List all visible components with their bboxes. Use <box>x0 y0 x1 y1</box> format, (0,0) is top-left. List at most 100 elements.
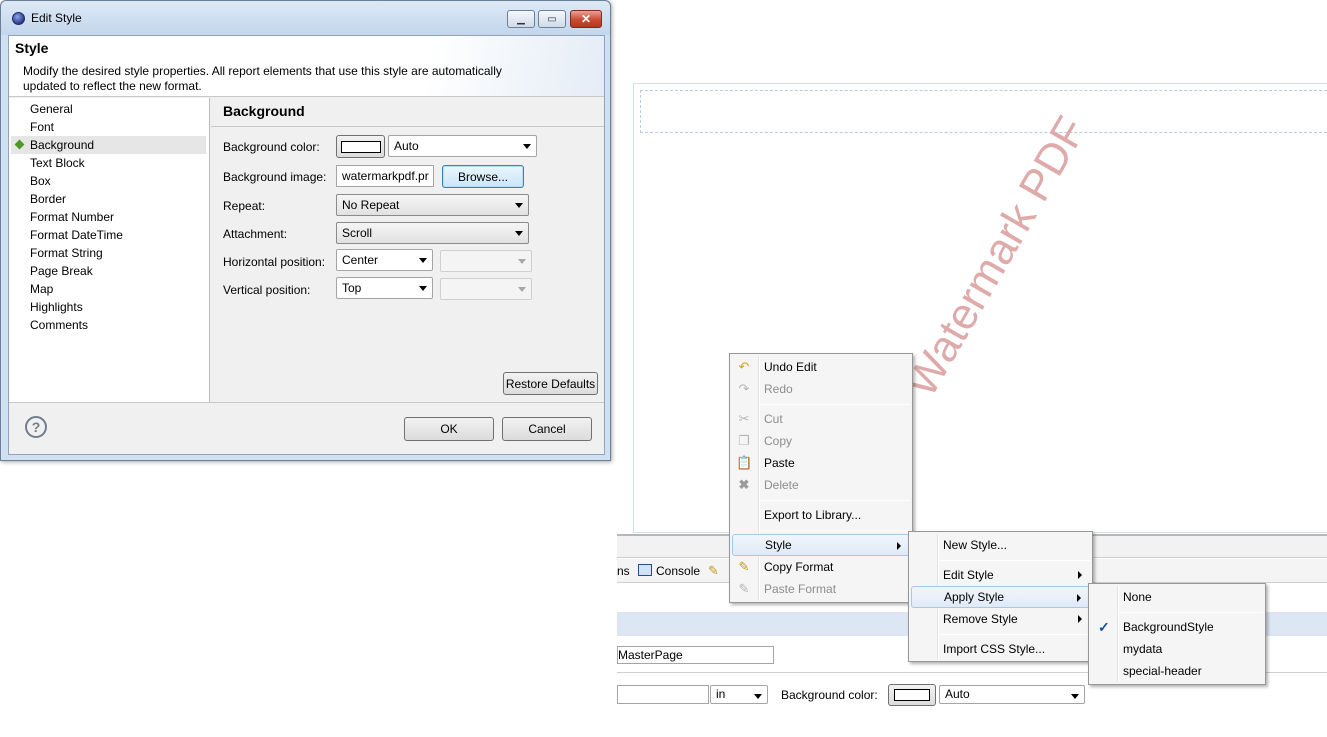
nav-item-label: Highlights <box>30 300 83 314</box>
menu-item-style[interactable]: Style <box>732 534 910 556</box>
maximize-button[interactable]: ▭ <box>538 10 566 28</box>
menu-item-apply-style[interactable]: Apply Style <box>911 586 1090 608</box>
chevron-down-icon <box>419 258 427 263</box>
background-color-value: Auto <box>945 687 970 701</box>
nav-item-font[interactable]: Font <box>11 118 206 136</box>
nav-item-box[interactable]: Box <box>11 172 206 190</box>
menu-item-label: New Style... <box>943 538 1008 552</box>
chevron-down-icon <box>1071 694 1079 699</box>
title-bar[interactable]: Edit Style ▁ ▭ ✕ <box>1 1 610 35</box>
chevron-down-icon <box>518 259 526 264</box>
background-color-button[interactable] <box>336 135 385 158</box>
section-separator <box>211 126 604 127</box>
height-input[interactable] <box>617 685 709 704</box>
undo-icon: ↶ <box>738 359 750 374</box>
menu-item-paste-format: ✎ Paste Format <box>732 578 910 600</box>
clipboard-icon: 📋 <box>736 455 753 470</box>
dialog-description: Modify the desired style properties. All… <box>23 64 502 93</box>
ok-button[interactable]: OK <box>404 417 494 441</box>
attachment-combo[interactable]: Scroll <box>336 222 529 244</box>
chevron-down-icon <box>754 694 762 699</box>
nav-item-map[interactable]: Map <box>11 280 206 298</box>
background-image-input[interactable]: watermarkpdf.pr <box>336 165 434 187</box>
vertical-position-combo[interactable]: Top <box>336 277 433 299</box>
nav-item-label: Text Block <box>30 156 85 170</box>
menu-item-special-header[interactable]: special-header <box>1091 660 1263 682</box>
menu-item-edit-style[interactable]: Edit Style <box>911 564 1090 586</box>
dialog-header: Style Modify the desired style propertie… <box>9 36 604 97</box>
masterpage-field[interactable]: MasterPage <box>617 646 774 664</box>
nav-item-highlights[interactable]: Highlights <box>11 298 206 316</box>
selected-marker-icon <box>14 139 25 150</box>
nav-item-background[interactable]: Background <box>11 136 206 154</box>
dialog-title: Style <box>15 40 49 56</box>
scissors-icon: ✂ <box>738 411 750 426</box>
nav-item-comments[interactable]: Comments <box>11 316 206 334</box>
delete-icon: ✖ <box>738 477 750 492</box>
nav-item-label: Background <box>30 138 95 152</box>
horizontal-position-combo[interactable]: Center <box>336 249 433 271</box>
menu-item-label: special-header <box>1123 664 1202 678</box>
menu-separator <box>939 634 1090 635</box>
nav-item-general[interactable]: General <box>11 100 206 118</box>
menu-item-label: Copy Format <box>764 560 834 574</box>
nav-item-format-datetime[interactable]: Format DateTime <box>11 226 206 244</box>
menu-item-label: BackgroundStyle <box>1123 620 1214 634</box>
menu-item-label: Paste Format <box>764 582 837 596</box>
redo-icon: ↷ <box>738 381 750 396</box>
menu-item-import-css-style[interactable]: Import CSS Style... <box>911 638 1090 660</box>
dialog-client-area: Style Modify the desired style propertie… <box>8 35 605 455</box>
menu-item-undo-edit[interactable]: ↶ Undo Edit <box>732 356 910 378</box>
menu-item-paste[interactable]: 📋 Paste <box>732 452 910 474</box>
horizontal-position-value: Center <box>342 253 379 267</box>
background-color-combo[interactable]: Auto <box>388 135 537 157</box>
background-color-value: Auto <box>394 139 419 153</box>
color-swatch <box>894 689 930 701</box>
menu-item-export-to-library[interactable]: Export to Library... <box>732 504 910 526</box>
chevron-down-icon <box>419 286 427 291</box>
footer-separator <box>9 402 604 403</box>
cancel-button[interactable]: Cancel <box>502 417 592 441</box>
vertical-position-value: Top <box>342 281 362 295</box>
help-icon[interactable]: ? <box>25 416 47 438</box>
restore-defaults-button[interactable]: Restore Defaults <box>503 372 598 395</box>
menu-item-label: Copy <box>764 434 793 448</box>
tab-console[interactable]: Console <box>656 564 700 578</box>
unit-combo[interactable]: in <box>710 685 768 704</box>
menu-item-copy-format[interactable]: ✎ Copy Format <box>732 556 910 578</box>
eclipse-icon <box>12 12 25 25</box>
browse-button[interactable]: Browse... <box>442 165 524 188</box>
attachment-label: Attachment: <box>223 227 288 241</box>
nav-item-label: Border <box>30 192 67 206</box>
menu-item-remove-style[interactable]: Remove Style <box>911 608 1090 630</box>
nav-item-border[interactable]: Border <box>11 190 206 208</box>
nav-item-label: General <box>30 102 73 116</box>
repeat-combo[interactable]: No Repeat <box>336 194 529 216</box>
background-color-combo[interactable]: Auto <box>939 685 1085 704</box>
nav-item-label: Format DateTime <box>30 228 123 242</box>
style-submenu: New Style... Edit Style Apply Style Remo… <box>908 531 1093 662</box>
page-header-band[interactable] <box>640 90 1327 133</box>
close-button[interactable]: ✕ <box>570 10 602 28</box>
minimize-button[interactable]: ▁ <box>507 10 535 28</box>
nav-item-text-block[interactable]: Text Block <box>11 154 206 172</box>
submenu-arrow-icon <box>1078 615 1082 623</box>
nav-item-page-break[interactable]: Page Break <box>11 262 206 280</box>
tab-partial-label[interactable]: ns <box>617 564 630 578</box>
nav-item-format-string[interactable]: Format String <box>11 244 206 262</box>
menu-item-mydata[interactable]: mydata <box>1091 638 1263 660</box>
nav-item-format-number[interactable]: Format Number <box>11 208 206 226</box>
nav-item-label: Map <box>30 282 54 296</box>
pin-icon[interactable]: ✎ <box>708 563 719 579</box>
menu-item-new-style[interactable]: New Style... <box>911 534 1090 556</box>
menu-item-label: None <box>1123 590 1152 604</box>
background-color-button[interactable] <box>888 684 936 706</box>
menu-item-none[interactable]: None <box>1091 586 1263 608</box>
background-color-label: Background color: <box>223 140 320 154</box>
nav-item-label: Format Number <box>30 210 115 224</box>
menu-item-backgroundstyle[interactable]: ✓ BackgroundStyle <box>1091 616 1263 638</box>
copy-icon: ❐ <box>738 433 750 448</box>
menu-item-redo: ↷ Redo <box>732 378 910 400</box>
section-title: Background <box>223 103 305 119</box>
property-nav-list: General Font Background Text Block Box B… <box>9 98 210 402</box>
